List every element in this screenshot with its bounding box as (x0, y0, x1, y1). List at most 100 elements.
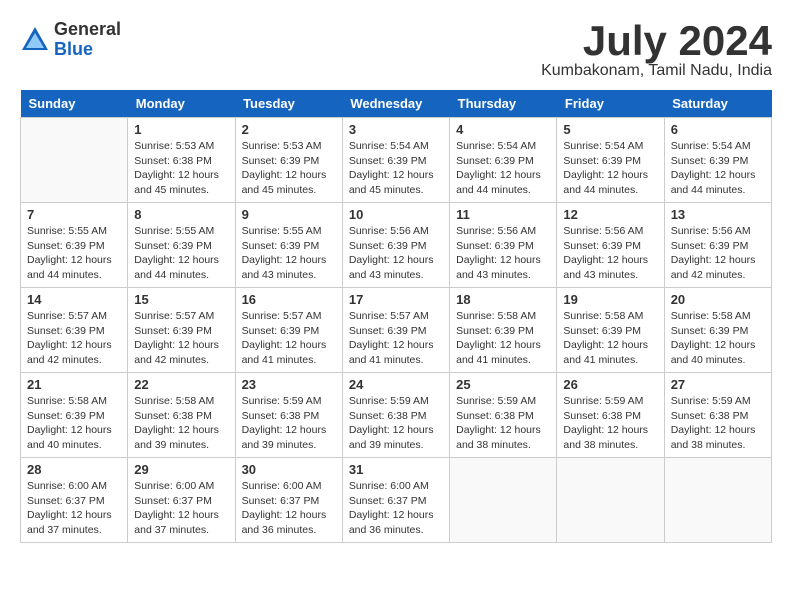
day-info: Sunrise: 5:59 AM Sunset: 6:38 PM Dayligh… (563, 394, 657, 453)
day-number: 29 (134, 462, 228, 477)
day-info: Sunrise: 5:55 AM Sunset: 6:39 PM Dayligh… (134, 224, 228, 283)
day-info: Sunrise: 5:55 AM Sunset: 6:39 PM Dayligh… (27, 224, 121, 283)
calendar-cell: 14 Sunrise: 5:57 AM Sunset: 6:39 PM Dayli… (21, 288, 128, 373)
calendar-cell: 19 Sunrise: 5:58 AM Sunset: 6:39 PM Dayli… (557, 288, 664, 373)
logo-blue-text: Blue (54, 40, 121, 60)
day-number: 27 (671, 377, 765, 392)
day-info: Sunrise: 5:57 AM Sunset: 6:39 PM Dayligh… (349, 309, 443, 368)
location-subtitle: Kumbakonam, Tamil Nadu, India (541, 62, 772, 80)
calendar-cell: 6 Sunrise: 5:54 AM Sunset: 6:39 PM Daylig… (664, 118, 771, 203)
day-info: Sunrise: 5:59 AM Sunset: 6:38 PM Dayligh… (456, 394, 550, 453)
day-number: 23 (242, 377, 336, 392)
logo-icon (20, 25, 50, 55)
day-info: Sunrise: 5:54 AM Sunset: 6:39 PM Dayligh… (563, 139, 657, 198)
calendar-cell: 25Sunrise: 5:59 AM Sunset: 6:38 PM Dayli… (450, 373, 557, 458)
day-info: Sunrise: 5:54 AM Sunset: 6:39 PM Dayligh… (456, 139, 550, 198)
day-number: 22 (134, 377, 228, 392)
week-row-3: 14 Sunrise: 5:57 AM Sunset: 6:39 PM Dayli… (21, 288, 772, 373)
day-info: Sunrise: 5:56 AM Sunset: 6:39 PM Dayligh… (456, 224, 550, 283)
calendar-cell: 4 Sunrise: 5:54 AM Sunset: 6:39 PM Daylig… (450, 118, 557, 203)
day-number: 3 (349, 122, 443, 137)
day-number: 11 (456, 207, 550, 222)
day-number: 1 (134, 122, 228, 137)
day-info: Sunrise: 5:59 AM Sunset: 6:38 PM Dayligh… (671, 394, 765, 453)
calendar-cell: 12Sunrise: 5:56 AM Sunset: 6:39 PM Dayli… (557, 203, 664, 288)
header-tuesday: Tuesday (235, 90, 342, 118)
calendar-cell: 24Sunrise: 5:59 AM Sunset: 6:38 PM Dayli… (342, 373, 449, 458)
day-info: Sunrise: 5:57 AM Sunset: 6:39 PM Dayligh… (27, 309, 121, 368)
week-row-1: 1 Sunrise: 5:53 AM Sunset: 6:38 PM Daylig… (21, 118, 772, 203)
day-number: 2 (242, 122, 336, 137)
day-info: Sunrise: 5:53 AM Sunset: 6:38 PM Dayligh… (134, 139, 228, 198)
calendar-cell: 28Sunrise: 6:00 AM Sunset: 6:37 PM Dayli… (21, 458, 128, 543)
calendar-cell: 9 Sunrise: 5:55 AM Sunset: 6:39 PM Daylig… (235, 203, 342, 288)
day-number: 19 (563, 292, 657, 307)
day-info: Sunrise: 5:57 AM Sunset: 6:39 PM Dayligh… (134, 309, 228, 368)
day-number: 26 (563, 377, 657, 392)
day-info: Sunrise: 5:58 AM Sunset: 6:38 PM Dayligh… (134, 394, 228, 453)
page-header: General Blue July 2024 Kumbakonam, Tamil… (20, 20, 772, 80)
calendar-cell: 11 Sunrise: 5:56 AM Sunset: 6:39 PM Dayli… (450, 203, 557, 288)
calendar-cell: 7 Sunrise: 5:55 AM Sunset: 6:39 PM Daylig… (21, 203, 128, 288)
calendar-cell: 21Sunrise: 5:58 AM Sunset: 6:39 PM Dayli… (21, 373, 128, 458)
day-number: 21 (27, 377, 121, 392)
header-monday: Monday (128, 90, 235, 118)
logo: General Blue (20, 20, 121, 60)
header-wednesday: Wednesday (342, 90, 449, 118)
calendar-cell: 18 Sunrise: 5:58 AM Sunset: 6:39 PM Dayli… (450, 288, 557, 373)
calendar-cell: 3 Sunrise: 5:54 AM Sunset: 6:39 PM Daylig… (342, 118, 449, 203)
day-info: Sunrise: 5:53 AM Sunset: 6:39 PM Dayligh… (242, 139, 336, 198)
calendar-cell: 10 Sunrise: 5:56 AM Sunset: 6:39 PM Dayli… (342, 203, 449, 288)
day-number: 15 (134, 292, 228, 307)
logo-general-text: General (54, 20, 121, 40)
day-number: 9 (242, 207, 336, 222)
calendar-header-row: SundayMondayTuesdayWednesdayThursdayFrid… (21, 90, 772, 118)
day-number: 6 (671, 122, 765, 137)
header-saturday: Saturday (664, 90, 771, 118)
day-info: Sunrise: 5:55 AM Sunset: 6:39 PM Dayligh… (242, 224, 336, 283)
day-number: 7 (27, 207, 121, 222)
header-friday: Friday (557, 90, 664, 118)
day-info: Sunrise: 5:58 AM Sunset: 6:39 PM Dayligh… (563, 309, 657, 368)
calendar-cell (21, 118, 128, 203)
day-info: Sunrise: 5:58 AM Sunset: 6:39 PM Dayligh… (456, 309, 550, 368)
calendar-table: SundayMondayTuesdayWednesdayThursdayFrid… (20, 90, 772, 543)
day-number: 16 (242, 292, 336, 307)
calendar-cell: 5Sunrise: 5:54 AM Sunset: 6:39 PM Daylig… (557, 118, 664, 203)
day-number: 8 (134, 207, 228, 222)
calendar-cell: 1 Sunrise: 5:53 AM Sunset: 6:38 PM Daylig… (128, 118, 235, 203)
week-row-5: 28 Sunrise: 6:00 AM Sunset: 6:37 PM Dayli… (21, 458, 772, 543)
month-title: July 2024 (541, 20, 772, 62)
day-number: 18 (456, 292, 550, 307)
day-info: Sunrise: 5:56 AM Sunset: 6:39 PM Dayligh… (671, 224, 765, 283)
day-number: 10 (349, 207, 443, 222)
day-info: Sunrise: 5:57 AM Sunset: 6:39 PM Dayligh… (242, 309, 336, 368)
day-number: 24 (349, 377, 443, 392)
day-info: Sunrise: 6:00 AM Sunset: 6:37 PM Dayligh… (134, 479, 228, 538)
day-number: 28 (27, 462, 121, 477)
calendar-cell: 13 Sunrise: 5:56 AM Sunset: 6:39 PM Dayli… (664, 203, 771, 288)
calendar-cell: 2 Sunrise: 5:53 AM Sunset: 6:39 PM Daylig… (235, 118, 342, 203)
week-row-4: 21Sunrise: 5:58 AM Sunset: 6:39 PM Dayli… (21, 373, 772, 458)
day-number: 4 (456, 122, 550, 137)
calendar-cell: 27 Sunrise: 5:59 AM Sunset: 6:38 PM Dayli… (664, 373, 771, 458)
day-info: Sunrise: 5:56 AM Sunset: 6:39 PM Dayligh… (349, 224, 443, 283)
week-row-2: 7 Sunrise: 5:55 AM Sunset: 6:39 PM Daylig… (21, 203, 772, 288)
calendar-cell: 15 Sunrise: 5:57 AM Sunset: 6:39 PM Dayli… (128, 288, 235, 373)
calendar-cell: 22 Sunrise: 5:58 AM Sunset: 6:38 PM Dayli… (128, 373, 235, 458)
header-sunday: Sunday (21, 90, 128, 118)
calendar-cell: 23Sunrise: 5:59 AM Sunset: 6:38 PM Dayli… (235, 373, 342, 458)
calendar-cell: 26 Sunrise: 5:59 AM Sunset: 6:38 PM Dayli… (557, 373, 664, 458)
calendar-cell: 8 Sunrise: 5:55 AM Sunset: 6:39 PM Daylig… (128, 203, 235, 288)
day-number: 14 (27, 292, 121, 307)
title-area: July 2024 Kumbakonam, Tamil Nadu, India (541, 20, 772, 80)
header-thursday: Thursday (450, 90, 557, 118)
day-info: Sunrise: 5:54 AM Sunset: 6:39 PM Dayligh… (349, 139, 443, 198)
day-number: 12 (563, 207, 657, 222)
day-info: Sunrise: 6:00 AM Sunset: 6:37 PM Dayligh… (242, 479, 336, 538)
calendar-cell (664, 458, 771, 543)
day-number: 13 (671, 207, 765, 222)
day-info: Sunrise: 5:58 AM Sunset: 6:39 PM Dayligh… (671, 309, 765, 368)
day-number: 20 (671, 292, 765, 307)
day-info: Sunrise: 5:54 AM Sunset: 6:39 PM Dayligh… (671, 139, 765, 198)
